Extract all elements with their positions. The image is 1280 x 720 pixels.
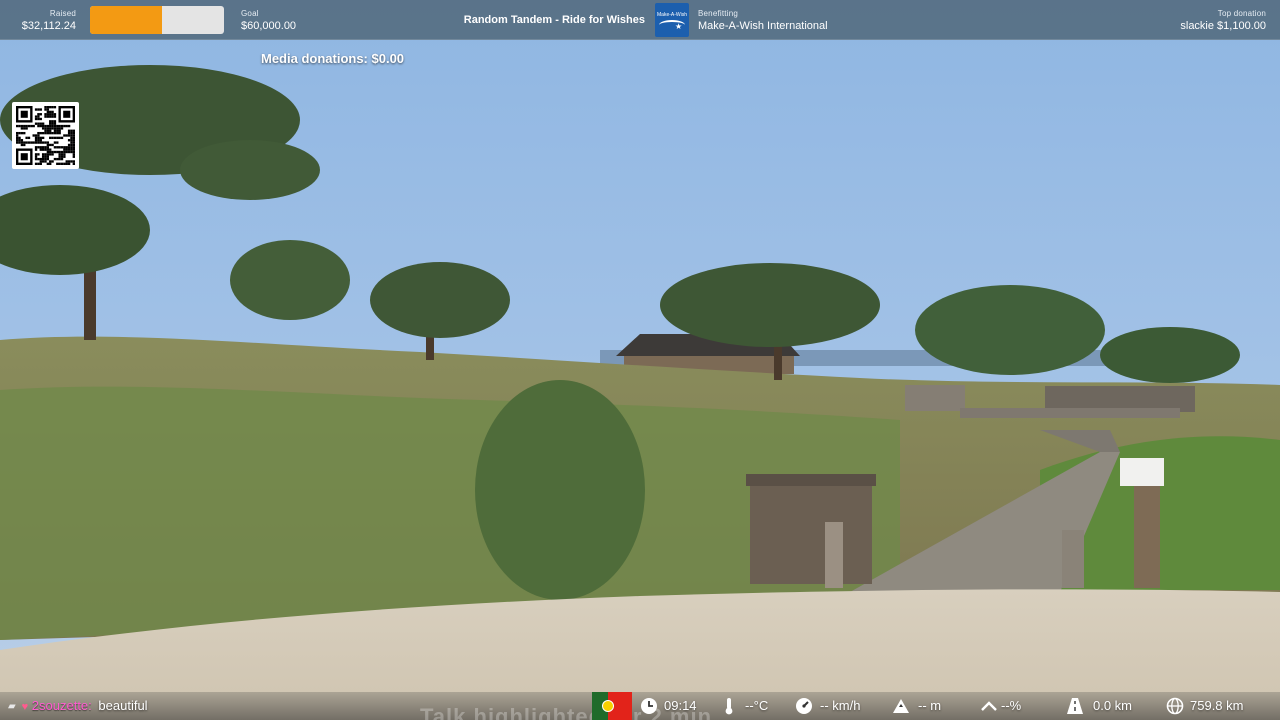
- globe-icon: [1166, 697, 1184, 715]
- chat-icon: ▰: [8, 701, 16, 712]
- qr-code-pattern: [16, 106, 75, 165]
- grade-value: --%: [1001, 698, 1022, 713]
- qr-code-icon[interactable]: [12, 102, 79, 169]
- speedometer-icon: [796, 698, 812, 714]
- temperature-stat: --°C: [720, 692, 784, 720]
- campaign-block: Random Tandem - Ride for Wishes: [430, 0, 650, 40]
- donation-progress-fill: [90, 6, 162, 34]
- trash-bins: [746, 474, 876, 588]
- make-a-wish-logo: Make-A-Wish ★: [655, 3, 689, 37]
- time-value: 09:14: [664, 698, 697, 713]
- portugal-flag: [592, 692, 632, 720]
- benefit-value: Make-A-Wish International: [698, 20, 828, 32]
- total-distance-stat: 759.8 km: [1166, 692, 1266, 720]
- total-distance-value: 759.8 km: [1190, 698, 1244, 713]
- speed-value: -- km/h: [820, 698, 861, 713]
- temperature-value: --°C: [745, 698, 769, 713]
- raised-label: Raised: [49, 9, 76, 18]
- speed-stat: -- km/h: [795, 692, 885, 720]
- mountain-icon: [893, 699, 909, 713]
- fence-post: [1062, 530, 1084, 588]
- elevation-value: -- m: [918, 698, 942, 713]
- distance-stat: 0.0 km: [1066, 692, 1142, 720]
- road-icon: [1067, 698, 1083, 714]
- shrub: [475, 380, 645, 600]
- benefit-label: Benefitting: [698, 9, 739, 18]
- goal-label: Goal: [241, 9, 259, 18]
- media-donations-text: Media donations: $0.00: [261, 51, 405, 66]
- chat-text: beautiful: [98, 698, 148, 713]
- grade-icon: [981, 701, 997, 711]
- top-donation-value: slackie $1,100.00: [1180, 20, 1266, 32]
- raised-value: $32,112.24: [21, 20, 76, 32]
- benefit-block: Benefitting Make-A-Wish International: [698, 0, 868, 40]
- charity-logo-text: Make-A-Wish: [657, 12, 688, 18]
- grade-stat: --%: [980, 692, 1040, 720]
- chat-message: ▰ ♥ 2souzette: beautiful: [8, 698, 148, 713]
- campaign-title: Random Tandem - Ride for Wishes: [463, 14, 645, 26]
- elevation-stat: -- m: [892, 692, 956, 720]
- donation-progress-bar: [90, 6, 224, 34]
- raised-block: Raised $32,112.24: [8, 0, 76, 40]
- goal-value: $60,000.00: [241, 20, 297, 32]
- chat-username: 2souzette:: [31, 698, 92, 713]
- top-donation-label: Top donation: [1217, 9, 1266, 18]
- livestream-scene: [0, 0, 1280, 720]
- time-stat: 09:14: [640, 692, 704, 720]
- distance-value: 0.0 km: [1093, 698, 1133, 713]
- clock-icon: [641, 698, 657, 714]
- thermometer-icon: [725, 698, 733, 715]
- donation-top-bar: Raised $32,112.24 Goal $60,000.00 Random…: [0, 0, 1280, 40]
- goal-block: Goal $60,000.00: [241, 0, 331, 40]
- heart-icon: ♥: [21, 701, 29, 713]
- logo-star-icon: ★: [675, 22, 683, 31]
- top-donation-block: Top donation slackie $1,100.00: [1126, 0, 1266, 40]
